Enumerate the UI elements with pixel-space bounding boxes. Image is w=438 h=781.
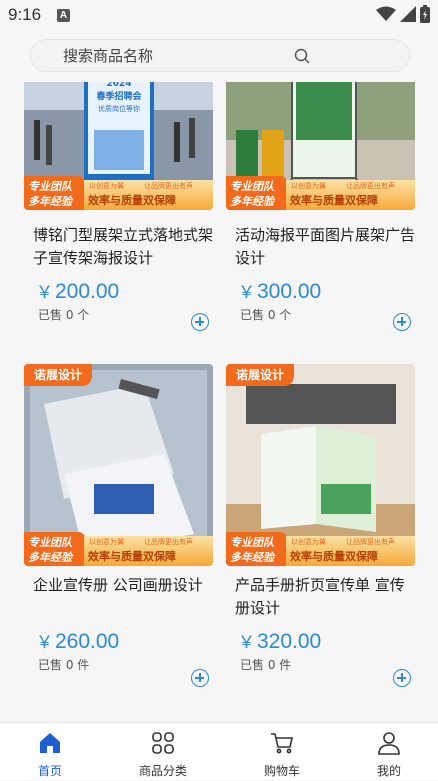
add-to-cart-button[interactable] [191, 313, 209, 331]
product-image[interactable]: 诺展设计 专业团队 多年经验 以创意为翼 让品牌更出有声 效率与质量双保障 [24, 364, 213, 566]
poster-line2: 优质岗位等你 [98, 104, 140, 113]
banner-team: 专业团队 多年经验 [226, 176, 288, 210]
bottom-tab-bar: 首页 商品分类 购物车 我的 [0, 722, 438, 780]
product-grid: 2024 春季招聘会 优质岗位等你 专业团队 多年经验 以创意为翼 让品牌更出有声 … [0, 82, 438, 722]
banner-quality: 以创意为翼 让品牌更出有声 效率与质量双保障 [84, 536, 213, 566]
product-card[interactable]: 专业团队 多年经验 以创意为翼 让品牌更出有声 效率与质量双保障 活动海报平面图片展… [226, 82, 415, 331]
product-image[interactable]: 2024 春季招聘会 优质岗位等你 专业团队 多年经验 以创意为翼 让品牌更出有声 … [24, 82, 213, 210]
add-to-cart-button[interactable] [393, 313, 411, 331]
banner-quality: 以创意为翼 让品牌更出有声 效率与质量双保障 [84, 180, 213, 210]
product-title[interactable]: 博铭门型展架立式落地式架子宣传架海报设计 [24, 224, 213, 270]
add-to-cart-button[interactable] [191, 669, 209, 687]
search-input[interactable] [31, 40, 371, 71]
search-bar [30, 39, 410, 72]
banner-team: 专业团队 多年经验 [226, 532, 288, 566]
product-image[interactable]: 诺展设计 专业团队 多年经验 以创意为翼 让品牌更出有声 效率与质量双保障 [226, 364, 415, 566]
product-card[interactable]: 诺展设计 专业团队 多年经验 以创意为翼 让品牌更出有声 效率与质量双保障 产品手册… [226, 364, 415, 687]
banner-team: 专业团队 多年经验 [24, 532, 86, 566]
tab-home[interactable]: 首页 [0, 723, 100, 781]
tab-profile[interactable]: 我的 [339, 723, 438, 781]
banner-team: 专业团队 多年经验 [24, 176, 86, 210]
product-sold-count: 已售 0 件 [240, 658, 292, 672]
banner-quality: 以创意为翼 让品牌更出有声 效率与质量双保障 [286, 536, 415, 566]
status-icons [376, 5, 430, 23]
banner-quality: 以创意为翼 让品牌更出有声 效率与质量双保障 [286, 180, 415, 210]
product-sold-count: 已售 0 个 [240, 308, 292, 322]
profile-icon [378, 732, 400, 755]
product-image[interactable]: 专业团队 多年经验 以创意为翼 让品牌更出有声 效率与质量双保障 [226, 82, 415, 210]
status-bar: 9:16 A [0, 0, 438, 30]
tab-category[interactable]: 商品分类 [113, 723, 213, 781]
brand-tag: 诺展设计 [226, 364, 295, 386]
product-sold-count: 已售 0 件 [38, 658, 90, 672]
tab-label: 商品分类 [138, 764, 187, 778]
poster-line1: 春季招聘会 [95, 90, 142, 102]
tab-label: 首页 [37, 764, 62, 778]
tab-cart[interactable]: 购物车 [232, 723, 332, 781]
notification-icon: A [57, 9, 70, 22]
wifi-icon [376, 6, 396, 21]
battery-icon [420, 5, 430, 23]
home-icon [40, 733, 60, 753]
product-price: ￥200.00 [36, 280, 120, 303]
product-title[interactable]: 产品手册折页宣传单 宣传册设计 [226, 574, 415, 620]
product-card[interactable]: 诺展设计 专业团队 多年经验 以创意为翼 让品牌更出有声 效率与质量双保障 企业宣传… [24, 364, 213, 687]
product-card[interactable]: 2024 春季招聘会 优质岗位等你 专业团队 多年经验 以创意为翼 让品牌更出有声 … [24, 82, 213, 331]
product-price: ￥260.00 [36, 630, 120, 653]
status-time: 9:16 [8, 5, 42, 24]
brand-tag: 诺展设计 [24, 364, 93, 386]
poster-year: 2024 [106, 82, 131, 89]
product-title[interactable]: 活动海报平面图片展架广告设计 [226, 224, 415, 270]
signal-icon [400, 6, 416, 22]
product-title[interactable]: 企业宣传册 公司画册设计 [24, 574, 213, 620]
product-price: ￥300.00 [238, 280, 322, 303]
product-sold-count: 已售 0 个 [38, 308, 90, 322]
category-icon [152, 732, 174, 754]
cart-icon [271, 733, 293, 754]
product-price: ￥320.00 [238, 630, 322, 653]
search-icon[interactable] [293, 47, 311, 65]
tab-label: 我的 [376, 764, 401, 778]
add-to-cart-button[interactable] [393, 669, 411, 687]
tab-label: 购物车 [263, 764, 300, 778]
